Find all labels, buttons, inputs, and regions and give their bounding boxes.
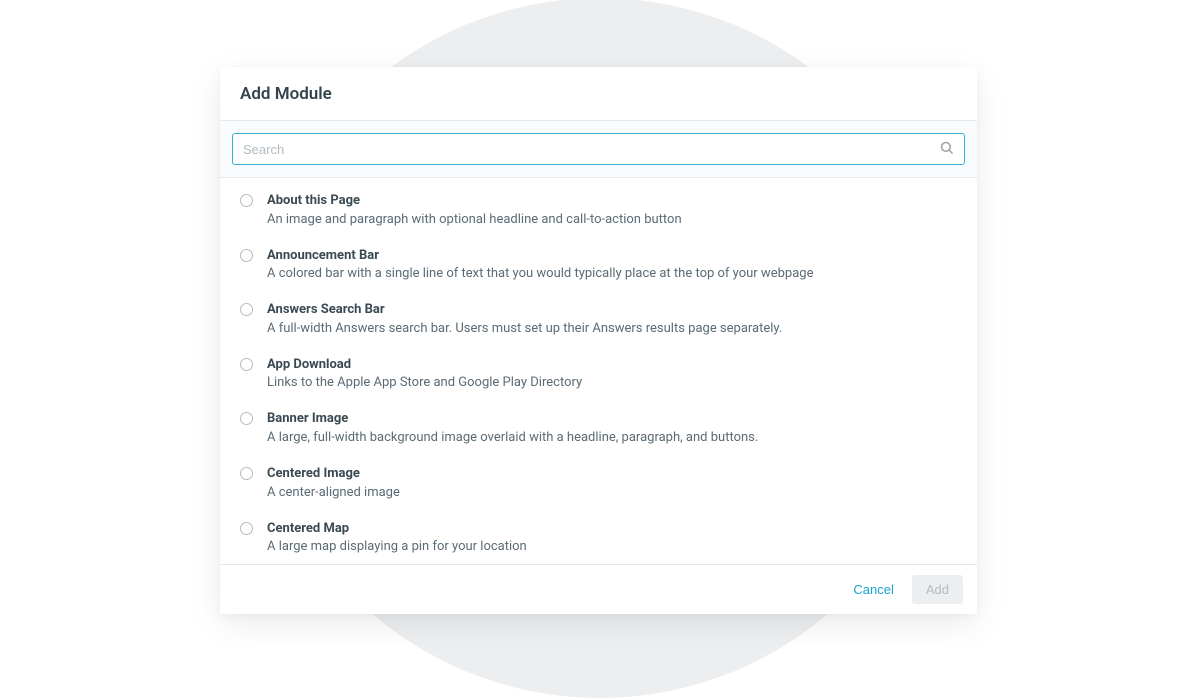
module-desc: A full-width Answers search bar. Users m…	[267, 320, 957, 338]
radio-icon[interactable]	[240, 412, 253, 425]
module-text: Centered Map A large map displaying a pi…	[267, 520, 957, 556]
search-icon	[939, 140, 954, 159]
module-option-banner-image[interactable]: Banner Image A large, full-width backgro…	[240, 410, 957, 446]
search-input[interactable]	[243, 142, 939, 157]
module-text: Announcement Bar A colored bar with a si…	[267, 247, 957, 283]
module-text: About this Page An image and paragraph w…	[267, 192, 957, 228]
radio-icon[interactable]	[240, 358, 253, 371]
module-text: Banner Image A large, full-width backgro…	[267, 410, 957, 446]
module-text: Centered Image A center-aligned image	[267, 465, 957, 501]
module-option-about-this-page[interactable]: About this Page An image and paragraph w…	[240, 192, 957, 228]
module-option-centered-map[interactable]: Centered Map A large map displaying a pi…	[240, 520, 957, 556]
module-title: Announcement Bar	[267, 247, 957, 265]
search-bar-container	[220, 121, 977, 178]
module-option-announcement-bar[interactable]: Announcement Bar A colored bar with a si…	[240, 247, 957, 283]
radio-icon[interactable]	[240, 303, 253, 316]
radio-icon[interactable]	[240, 249, 253, 262]
add-module-modal: Add Module About this Page An image and …	[220, 67, 977, 614]
modal-footer: Cancel Add	[220, 564, 977, 614]
module-option-app-download[interactable]: App Download Links to the Apple App Stor…	[240, 356, 957, 392]
module-desc: A large map displaying a pin for your lo…	[267, 538, 957, 556]
module-text: Answers Search Bar A full-width Answers …	[267, 301, 957, 337]
module-list[interactable]: About this Page An image and paragraph w…	[220, 178, 977, 564]
module-option-centered-image[interactable]: Centered Image A center-aligned image	[240, 465, 957, 501]
module-desc: An image and paragraph with optional hea…	[267, 211, 957, 229]
module-text: App Download Links to the Apple App Stor…	[267, 356, 957, 392]
module-desc: Links to the Apple App Store and Google …	[267, 374, 957, 392]
module-title: Answers Search Bar	[267, 301, 957, 319]
module-title: Centered Image	[267, 465, 957, 483]
cancel-button[interactable]: Cancel	[847, 576, 899, 603]
radio-icon[interactable]	[240, 467, 253, 480]
module-title: Banner Image	[267, 410, 957, 428]
radio-icon[interactable]	[240, 194, 253, 207]
module-option-answers-search-bar[interactable]: Answers Search Bar A full-width Answers …	[240, 301, 957, 337]
radio-icon[interactable]	[240, 522, 253, 535]
modal-title: Add Module	[240, 84, 957, 104]
modal-header: Add Module	[220, 67, 977, 121]
add-button[interactable]: Add	[912, 575, 963, 604]
module-title: About this Page	[267, 192, 957, 210]
search-field[interactable]	[232, 133, 965, 165]
module-desc: A center-aligned image	[267, 484, 957, 502]
module-title: App Download	[267, 356, 957, 374]
module-title: Centered Map	[267, 520, 957, 538]
module-desc: A colored bar with a single line of text…	[267, 265, 957, 283]
module-desc: A large, full-width background image ove…	[267, 429, 957, 447]
